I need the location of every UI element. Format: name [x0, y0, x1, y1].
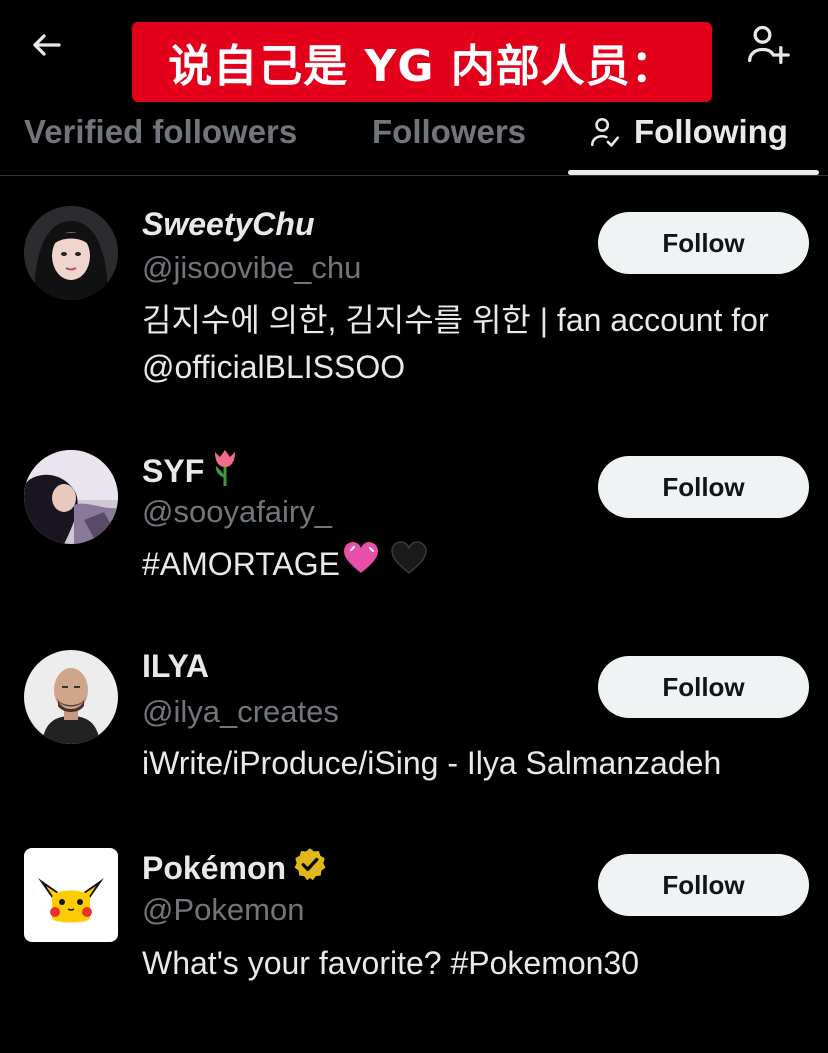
person-add-icon	[748, 25, 790, 64]
user-bio: 김지수에 의한, 김지수를 위한 | fan account for @offi…	[142, 302, 769, 385]
user-row-syf[interactable]: SYF @sooyafairy_ #AMORTAGE Follow	[0, 426, 828, 626]
user-bio-text: #AMORTAGE	[142, 546, 340, 582]
bald-man-avatar[interactable]	[24, 650, 118, 744]
pikachu-logo-avatar[interactable]	[24, 848, 118, 942]
photo-avatar[interactable]	[24, 450, 118, 544]
black-heart-emoji	[390, 540, 428, 589]
user-bio: What's your favorite? #Pokemon30	[142, 945, 640, 981]
follow-button[interactable]: Follow	[598, 656, 809, 718]
tab-following-label: Following	[634, 113, 788, 150]
user-name-text: SYF	[142, 452, 205, 489]
user-bio: #AMORTAGE	[142, 540, 802, 589]
arrow-left-icon	[33, 34, 61, 56]
user-bio: iWrite/iProduce/iSing - Ilya Salmanzadeh	[142, 745, 722, 781]
user-handle[interactable]: @ilya_creates	[142, 694, 339, 730]
portrait-avatar[interactable]	[24, 206, 118, 300]
back-button[interactable]	[22, 20, 72, 70]
user-name[interactable]: SweetyChu	[142, 206, 314, 243]
gold-verified-badge-icon	[292, 846, 328, 890]
caption-text: 说自己是 YG 内部人员：	[168, 41, 676, 92]
caption-banner: 说自己是 YG 内部人员：	[132, 22, 712, 102]
user-row-ilya[interactable]: ILYA @ilya_creates iWrite/iProduce/iSing…	[0, 626, 828, 826]
person-check-icon	[588, 115, 622, 149]
user-row-sweetychu[interactable]: SweetyChu @jisoovibe_chu 김지수에 의한, 김지수를 위…	[0, 176, 828, 426]
user-name[interactable]: ILYA	[142, 648, 209, 685]
user-name[interactable]: SYF	[142, 448, 240, 494]
user-handle[interactable]: @Pokemon	[142, 892, 304, 928]
user-name-text: Pokémon	[142, 849, 287, 886]
tulip-emoji	[210, 448, 240, 494]
user-handle[interactable]: @sooyafairy_	[142, 494, 332, 530]
follow-button[interactable]: Follow	[598, 456, 809, 518]
user-row-pokemon[interactable]: Pokémon @Pokemon What's your favorite? #…	[0, 826, 828, 1026]
follow-button[interactable]: Follow	[598, 212, 809, 274]
user-handle[interactable]: @jisoovibe_chu	[142, 250, 361, 286]
follow-button[interactable]: Follow	[598, 854, 809, 916]
user-name[interactable]: Pokémon	[142, 846, 328, 890]
pink-heart-emoji	[342, 540, 380, 589]
add-user-button[interactable]	[740, 16, 796, 72]
active-tab-indicator	[568, 170, 819, 175]
